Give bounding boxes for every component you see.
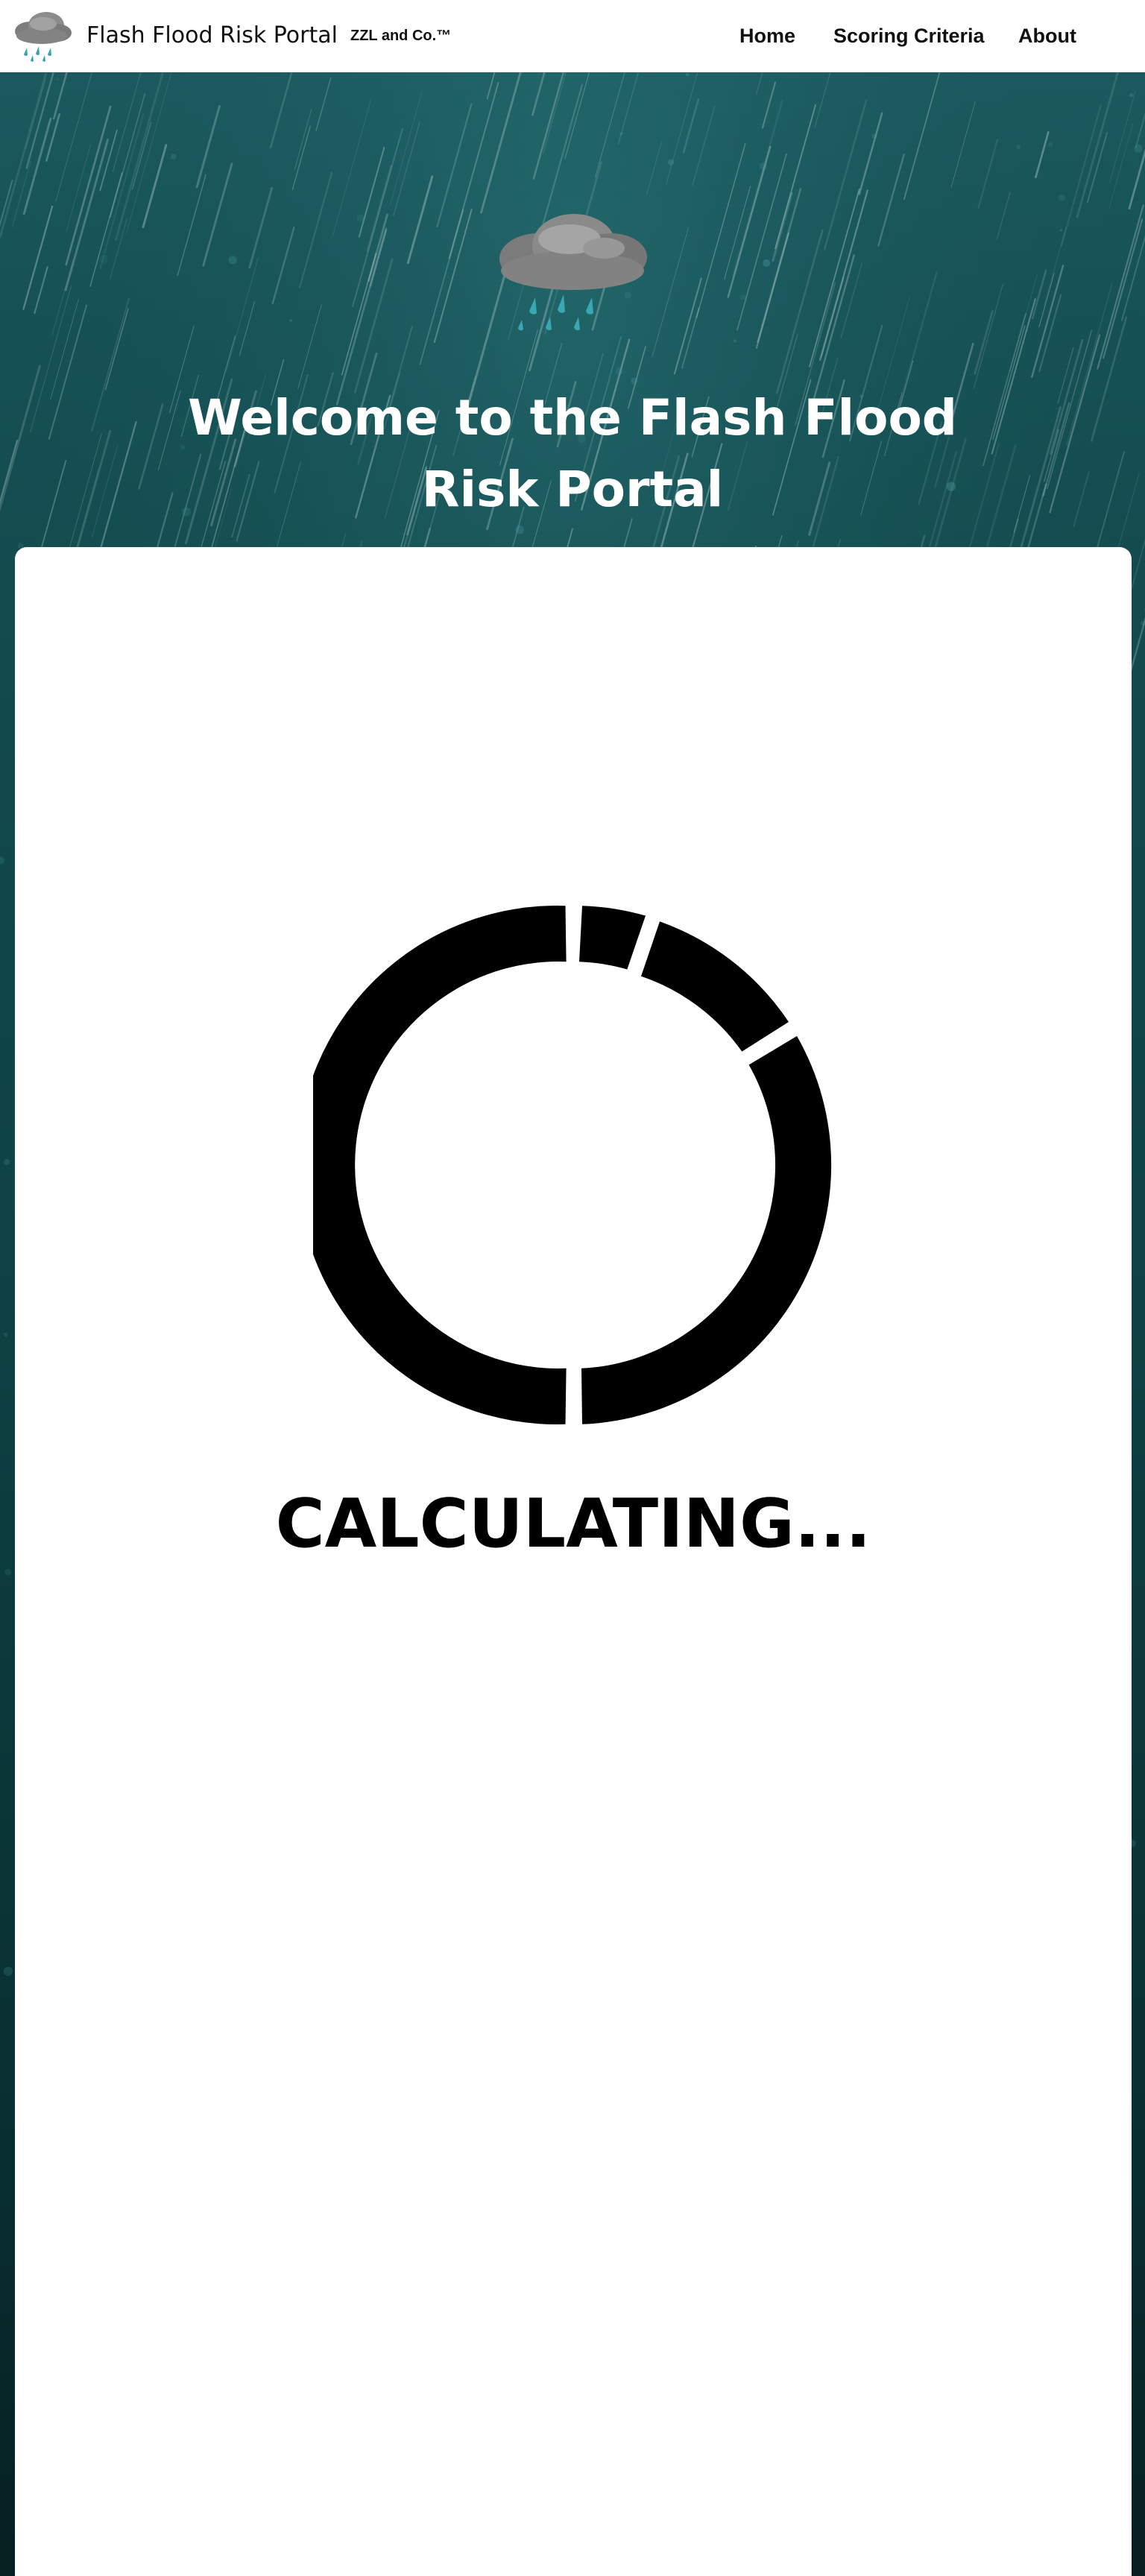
rain-drop [615, 367, 623, 376]
results-card: CALCULATING... [15, 547, 1132, 2576]
rain-drop [289, 319, 293, 322]
rain-drop [619, 132, 623, 136]
rain-cloud-icon [499, 214, 647, 331]
rain-drop [3, 1332, 8, 1337]
rain-drop [515, 525, 524, 534]
nav-link-home[interactable]: Home [739, 22, 795, 49]
rain-drop [1129, 92, 1134, 98]
rain-drop [99, 254, 108, 264]
nav-link-about[interactable]: About [1018, 22, 1076, 49]
rain-drop [1059, 229, 1063, 232]
rain-drop [1016, 145, 1021, 149]
rain-drop [170, 154, 177, 160]
rain-drop [733, 339, 737, 343]
rain-drop [1047, 142, 1053, 147]
rain-drop [759, 162, 768, 170]
rain-drop [1058, 194, 1065, 201]
company-tagline: ZZL and Co.™ [350, 28, 452, 44]
rain-drop [3, 1966, 13, 1976]
rain-drop [740, 294, 746, 300]
rain-drop [4, 1568, 12, 1576]
spinner-segment-upper-right [641, 921, 789, 1052]
rain-drop [356, 214, 365, 222]
hero-heading: Welcome to the Flash Flood Risk Portal [187, 389, 958, 518]
loading-spinner-icon [313, 906, 832, 1424]
rain-cloud-icon[interactable] [12, 10, 75, 63]
rain-drop [871, 133, 877, 139]
rain-drop [763, 259, 771, 267]
rain-drop [228, 256, 237, 265]
nav-link-scoring-criteria[interactable]: Scoring Criteria [833, 22, 985, 49]
rain-drop [3, 1158, 10, 1166]
spinner-segment-main [313, 906, 567, 1424]
rain-drop [685, 72, 690, 77]
spinner-segment-right [581, 1036, 832, 1424]
spinner-segment-small [579, 906, 646, 970]
rain-drop [1134, 144, 1143, 153]
rain-drop [56, 77, 60, 81]
rain-drop [667, 159, 675, 165]
top-navbar: Flash Flood Risk Portal ZZL and Co.™ Hom… [0, 0, 1145, 72]
site-title[interactable]: Flash Flood Risk Portal [86, 21, 338, 51]
calculating-status: CALCULATING... [275, 1485, 871, 1563]
